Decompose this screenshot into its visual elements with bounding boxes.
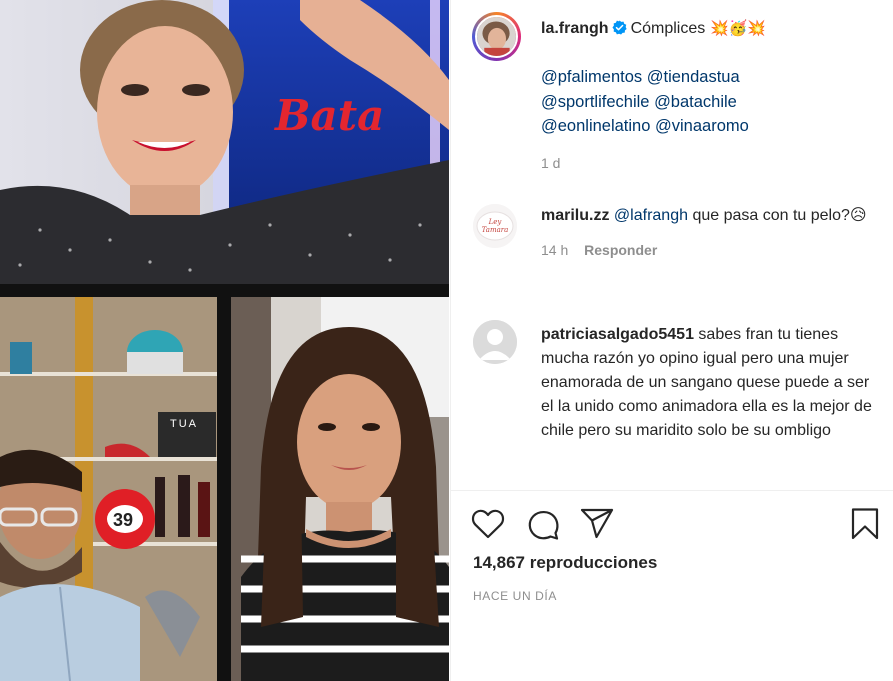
live-divider-vertical	[217, 297, 231, 681]
host-video-frame: Bata	[0, 0, 449, 284]
mention-link[interactable]: @tiendastua	[647, 68, 740, 86]
verified-badge-icon	[612, 20, 627, 35]
live-divider	[0, 284, 449, 297]
comment-username[interactable]: marilu.zz	[541, 207, 609, 224]
comment-timestamp[interactable]: 14 h	[541, 242, 568, 258]
mascot-number: 39	[113, 510, 133, 530]
author-avatar-ring[interactable]	[472, 12, 521, 61]
comment-text: que pasa con tu pelo?😥	[692, 207, 867, 224]
comments-list: Ley Tamara marilu.zz @lafrangh que pasa …	[451, 195, 893, 487]
comment-icon[interactable]	[526, 507, 560, 541]
mention-link[interactable]: @eonlinelatino	[541, 117, 650, 135]
post-actions: 14,867 reproducciones HACE UN DÍA	[451, 490, 893, 681]
caption-emojis: 💥🥳💥	[709, 20, 767, 37]
reply-button[interactable]: Responder	[584, 242, 657, 258]
guest-left-video-frame: TUA 39	[0, 297, 217, 681]
comment-mention[interactable]: @lafrangh	[614, 207, 688, 224]
comment-username[interactable]: patriciasalgado5451	[541, 326, 694, 343]
default-avatar-icon	[473, 320, 517, 364]
comment-item: marilu.zz @lafrangh que pasa con tu pelo…	[541, 204, 881, 258]
commenter-avatar[interactable]: Ley Tamara	[473, 204, 517, 248]
author-avatar	[475, 15, 518, 58]
mention-link[interactable]: @pfalimentos	[541, 68, 642, 86]
caption-timestamp[interactable]: 1 d	[541, 155, 881, 171]
post-caption: la.frangh Cómplices 💥🥳💥 @pfalimentos @ti…	[541, 14, 881, 171]
author-username[interactable]: la.frangh	[541, 20, 609, 37]
heart-icon[interactable]	[471, 508, 505, 540]
guest-right-video-frame	[231, 297, 449, 681]
views-count[interactable]: 14,867 reproducciones	[473, 553, 657, 573]
mention-link[interactable]: @batachile	[654, 93, 737, 111]
commenter-avatar-default[interactable]	[473, 320, 517, 364]
bata-logo: Bata	[274, 91, 384, 140]
post-timestamp[interactable]: HACE UN DÍA	[473, 589, 557, 603]
shelf-tua-label: TUA	[170, 418, 198, 430]
mention-link[interactable]: @vinaaromo	[655, 117, 749, 135]
avatar-logo-text: Ley Tamara	[481, 218, 509, 234]
views-label: reproducciones	[529, 553, 658, 572]
live-panel-guest-left: TUA 39	[0, 297, 217, 681]
bookmark-icon[interactable]	[849, 507, 881, 541]
mention-link[interactable]: @sportlifechile	[541, 93, 649, 111]
caption-text: Cómplices	[630, 20, 706, 37]
post-sidebar: la.frangh Cómplices 💥🥳💥 @pfalimentos @ti…	[450, 0, 893, 681]
paper-plane-icon[interactable]	[580, 508, 614, 540]
comment-item: patriciasalgado5451 sabes fran tu tienes…	[541, 323, 881, 443]
caption-mentions: @pfalimentos @tiendastua @sportlifechile…	[541, 65, 881, 139]
live-panel-host: Bata	[0, 0, 449, 284]
post-video[interactable]: Bata TUA 39	[0, 0, 449, 681]
views-number: 14,867	[473, 553, 525, 572]
live-panel-guest-right	[231, 297, 449, 681]
